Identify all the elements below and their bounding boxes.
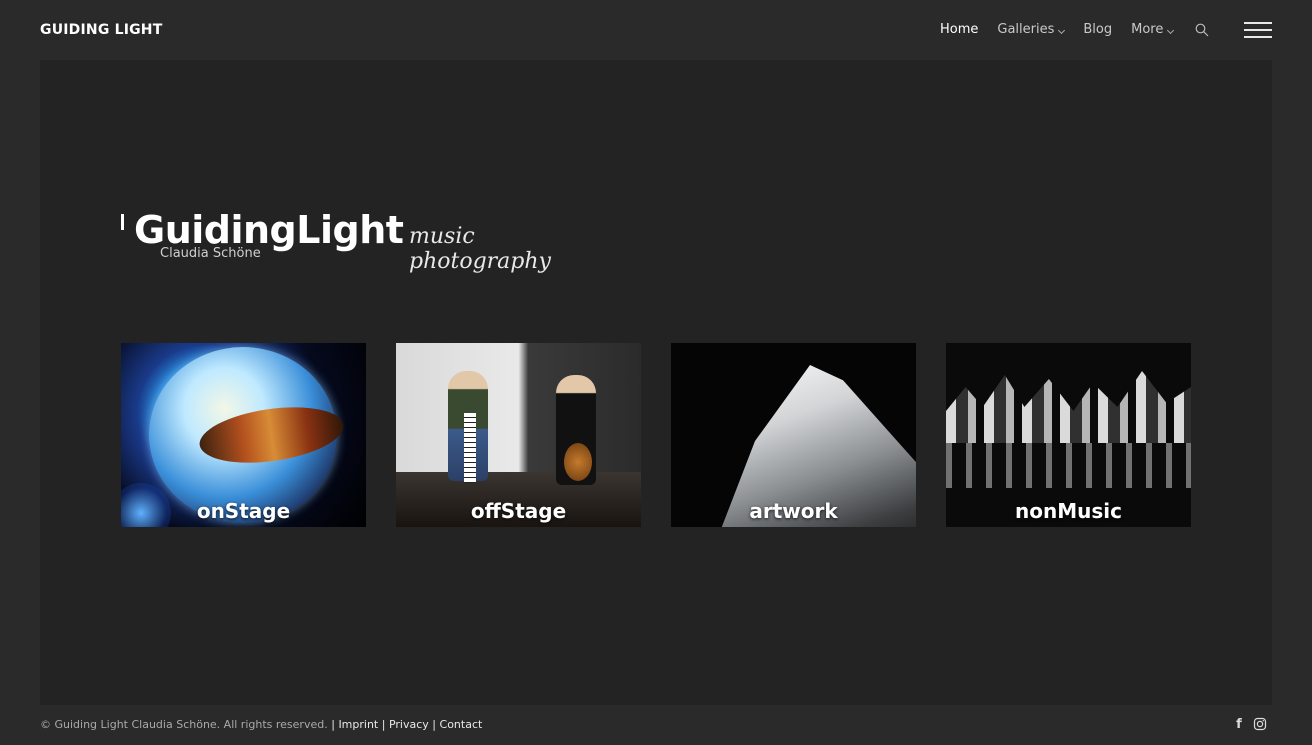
nav-blog-label: Blog bbox=[1083, 22, 1113, 37]
keyboard-instrument bbox=[464, 413, 476, 483]
nav-home-label: Home bbox=[940, 22, 979, 37]
bubble-photo bbox=[149, 347, 347, 523]
site-footer: © Guiding Light Claudia Schöne. All righ… bbox=[0, 705, 1312, 745]
hamburger-menu-icon[interactable] bbox=[1244, 22, 1272, 38]
reflection-photo bbox=[946, 443, 1191, 488]
footer-separator: | bbox=[331, 718, 335, 731]
gallery-tile-nonmusic[interactable]: nonMusic bbox=[946, 343, 1191, 527]
gallery-tile-artwork[interactable]: artwork bbox=[671, 343, 916, 527]
gallery-tile-onstage[interactable]: onStage bbox=[121, 343, 366, 527]
tile-label: nonMusic bbox=[1015, 499, 1122, 523]
nav-galleries[interactable]: Galleries bbox=[997, 22, 1066, 37]
site-header: GUIDING LIGHT Home Galleries Blog More bbox=[0, 0, 1312, 60]
facebook-icon[interactable]: f bbox=[1232, 717, 1246, 732]
footer-separator: | bbox=[432, 718, 437, 731]
footer-separator: | bbox=[381, 718, 386, 731]
tile-label: offStage bbox=[470, 499, 567, 523]
site-brand[interactable]: GUIDING LIGHT bbox=[40, 22, 162, 38]
chevron-down-icon bbox=[1058, 26, 1066, 34]
contact-link[interactable]: Contact bbox=[440, 718, 483, 731]
logo-bar bbox=[121, 214, 124, 230]
logo-tagline: music photography bbox=[409, 224, 551, 274]
nav-home[interactable]: Home bbox=[940, 22, 978, 37]
privacy-link[interactable]: Privacy bbox=[389, 718, 429, 731]
search-icon[interactable] bbox=[1195, 23, 1209, 37]
instagram-icon[interactable] bbox=[1253, 717, 1267, 731]
nav-more-label: More bbox=[1131, 22, 1164, 37]
guitar-instrument bbox=[564, 443, 592, 481]
site-logo: GuidingLight Claudia Schöne music photog… bbox=[121, 208, 591, 274]
logo-subtitle: Claudia Schöne bbox=[160, 246, 261, 261]
footer-copyright: © Guiding Light Claudia Schöne. All righ… bbox=[40, 718, 482, 731]
chevron-down-icon bbox=[1167, 26, 1175, 34]
nav-blog[interactable]: Blog bbox=[1083, 22, 1112, 37]
photo-decoration bbox=[196, 399, 347, 471]
copyright-text: © Guiding Light Claudia Schöne. All righ… bbox=[40, 718, 328, 731]
nav-galleries-label: Galleries bbox=[997, 22, 1055, 37]
imprint-link[interactable]: Imprint bbox=[338, 718, 378, 731]
main-nav: Home Galleries Blog More bbox=[940, 22, 1192, 37]
tile-label: artwork bbox=[749, 499, 838, 523]
main-content: GuidingLight Claudia Schöne music photog… bbox=[40, 60, 1272, 705]
dancers-photo bbox=[946, 371, 1191, 443]
nav-more[interactable]: More bbox=[1131, 22, 1175, 37]
tile-label: onStage bbox=[196, 499, 291, 523]
gallery-tile-offstage[interactable]: offStage bbox=[396, 343, 641, 527]
